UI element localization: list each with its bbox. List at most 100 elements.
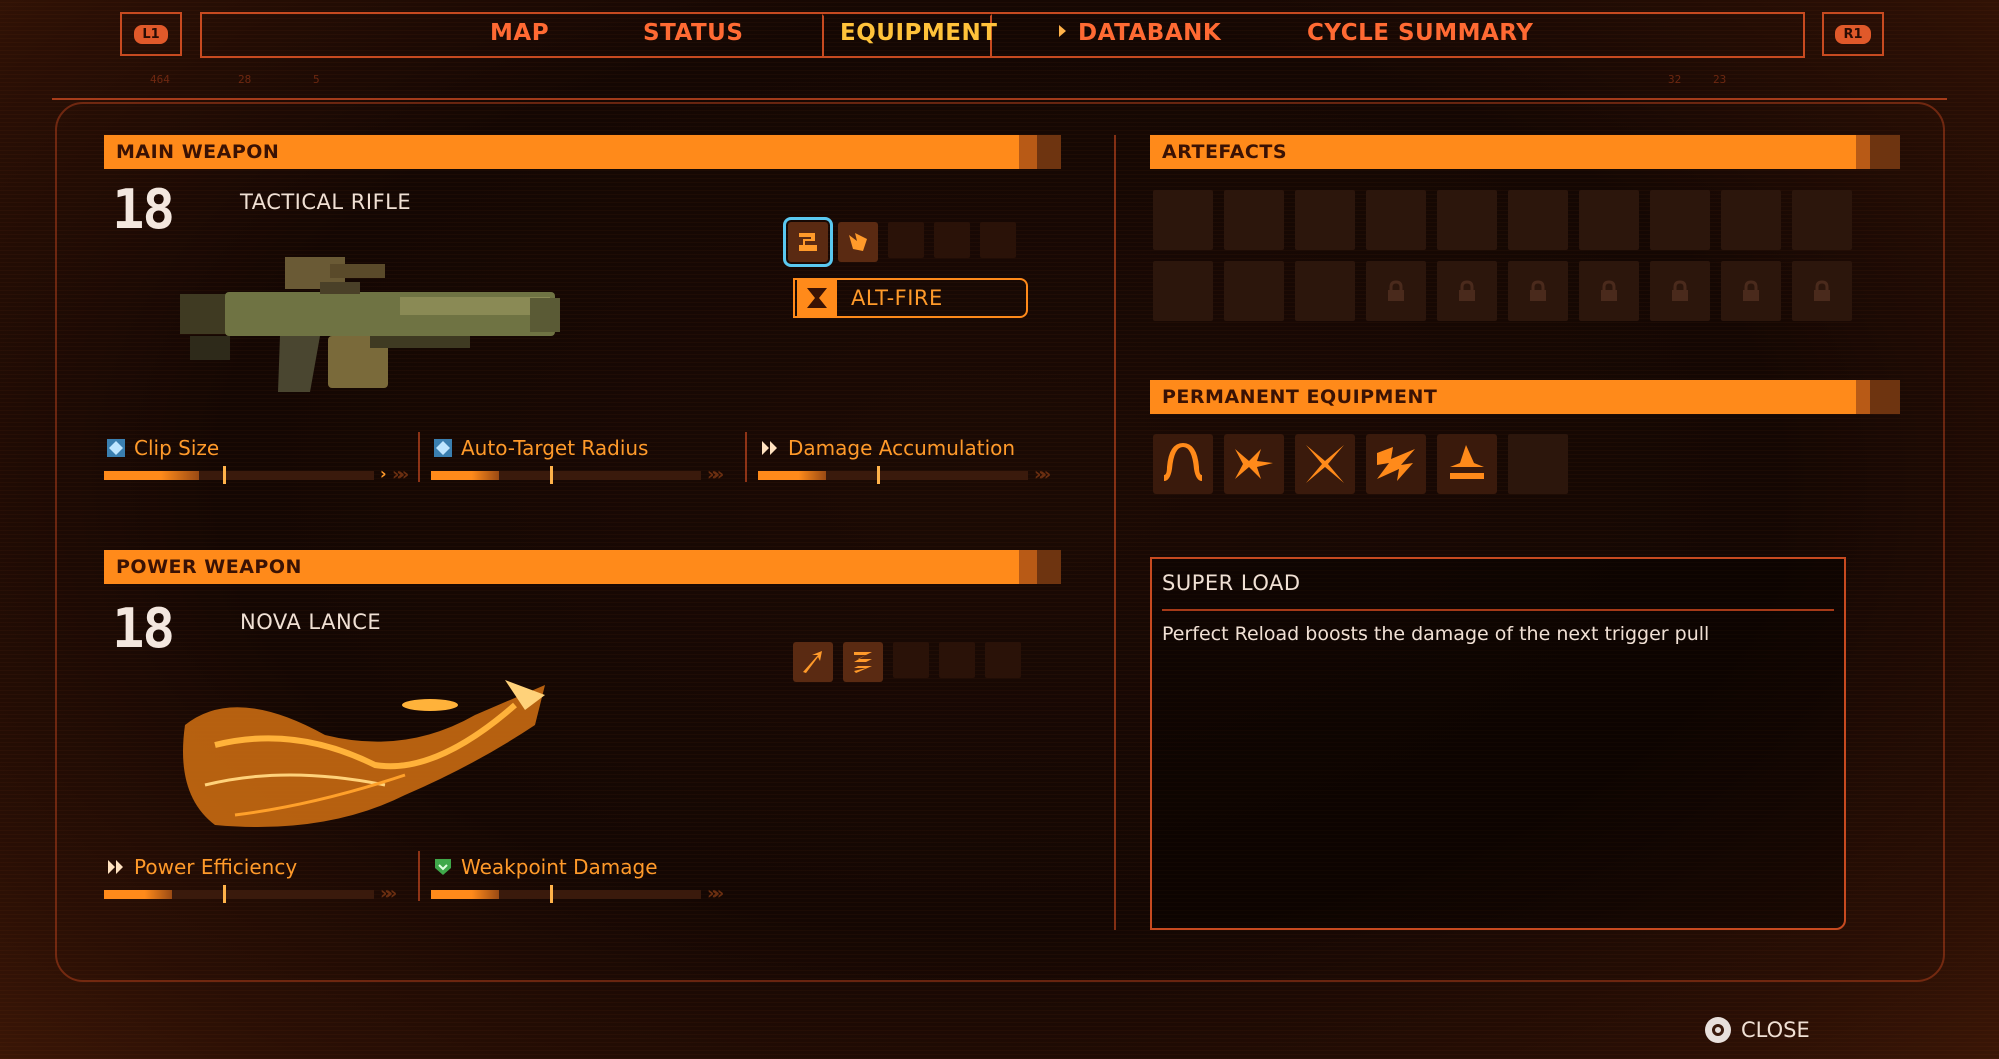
- empty-mod-slot[interactable]: [980, 222, 1016, 258]
- lock-icon: [1530, 280, 1546, 301]
- locked-artefact-slot[interactable]: [1366, 261, 1426, 321]
- empty-mod-slot[interactable]: [893, 642, 929, 678]
- lance-mod-arrow-icon[interactable]: [793, 642, 833, 682]
- stat-divider: [418, 851, 420, 901]
- permanent-equipment-header-tail: [1856, 380, 1870, 414]
- chevrons-icon: »»: [1034, 464, 1051, 485]
- locked-artefact-slot[interactable]: [1579, 261, 1639, 321]
- hud-readout-3: 5: [313, 73, 320, 86]
- description-divider: [1162, 609, 1834, 611]
- lock-icon: [1459, 280, 1475, 301]
- empty-equipment-slot[interactable]: [1508, 434, 1568, 494]
- lock-icon: [1814, 280, 1830, 301]
- tab-cycle-summary[interactable]: CYCLE SUMMARY: [1307, 20, 1533, 46]
- tab-indicator-icon: [1059, 25, 1066, 37]
- grapple-arch-icon[interactable]: [1153, 434, 1213, 494]
- empty-artefact-slot[interactable]: [1295, 190, 1355, 250]
- stat-power-efficiency: Power Efficiency: [106, 855, 297, 879]
- empty-mod-slot[interactable]: [985, 642, 1021, 678]
- rifle-mod-swirl-icon[interactable]: [783, 217, 833, 267]
- main-weapon-name: TACTICAL RIFLE: [240, 190, 412, 214]
- empty-artefact-slot[interactable]: [1721, 190, 1781, 250]
- empty-mod-slot[interactable]: [888, 222, 924, 258]
- scanner-wave-icon[interactable]: [1366, 434, 1426, 494]
- alt-fire-button[interactable]: ALT-FIRE: [793, 278, 1028, 318]
- double-chevron-icon: [106, 857, 126, 877]
- damage-accumulation-label: Damage Accumulation: [788, 436, 1016, 460]
- hud-readout-2: 28: [238, 73, 252, 86]
- empty-artefact-slot[interactable]: [1579, 190, 1639, 250]
- empty-artefact-slot[interactable]: [1792, 190, 1852, 250]
- item-description-panel: SUPER LOAD Perfect Reload boosts the dam…: [1150, 557, 1846, 930]
- double-chevron-icon: [760, 438, 780, 458]
- tab-databank[interactable]: DATABANK: [1078, 20, 1221, 46]
- main-weapon-header: MAIN WEAPON: [104, 135, 1019, 169]
- bar-fill: [104, 890, 172, 899]
- empty-artefact-slot[interactable]: [1224, 190, 1284, 250]
- locked-artefact-slot[interactable]: [1650, 261, 1710, 321]
- tactical-rifle-image: [170, 252, 570, 402]
- header-divider: [52, 98, 1947, 100]
- main-weapon-header-tail: [1019, 135, 1037, 169]
- main-weapon-header-tail: [1037, 135, 1061, 169]
- locked-artefact-slot[interactable]: [1437, 261, 1497, 321]
- tab-equipment[interactable]: EQUIPMENT: [840, 20, 997, 46]
- empty-artefact-slot[interactable]: [1153, 190, 1213, 250]
- power-efficiency-label: Power Efficiency: [134, 855, 298, 879]
- main-weapon-level: 18: [112, 178, 175, 241]
- tab-map[interactable]: MAP: [490, 20, 549, 46]
- locked-artefact-slot[interactable]: [1792, 261, 1852, 321]
- dash-arrows-icon[interactable]: [1224, 434, 1284, 494]
- stat-damage-accumulation: Damage Accumulation: [760, 436, 1015, 460]
- power-weapon-header-tail: [1037, 550, 1061, 584]
- locked-artefact-slot[interactable]: [1508, 261, 1568, 321]
- power-weapon-header: POWER WEAPON: [104, 550, 1019, 584]
- clip-size-label: Clip Size: [134, 436, 220, 460]
- hex-blue-icon: [106, 438, 126, 458]
- item-description: Perfect Reload boosts the damage of the …: [1162, 623, 1710, 645]
- r1-label: R1: [1835, 24, 1871, 44]
- close-label: CLOSE: [1741, 1018, 1810, 1042]
- right-shoulder-button[interactable]: R1: [1822, 12, 1884, 56]
- empty-artefact-slot[interactable]: [1295, 261, 1355, 321]
- bar-fill: [431, 471, 499, 480]
- left-shoulder-button[interactable]: L1: [120, 12, 182, 56]
- chevrons-icon: »»: [707, 464, 724, 485]
- empty-artefact-slot[interactable]: [1437, 190, 1497, 250]
- empty-artefact-slot[interactable]: [1366, 190, 1426, 250]
- stat-clip-size: Clip Size: [106, 436, 219, 460]
- platform-jump-icon[interactable]: [1437, 434, 1497, 494]
- empty-artefact-slot[interactable]: [1650, 190, 1710, 250]
- power-weapon-header-tail: [1019, 550, 1037, 584]
- empty-artefact-slot[interactable]: [1153, 261, 1213, 321]
- auto-target-radius-bar: »»: [431, 464, 731, 485]
- bar-fill: [758, 471, 826, 480]
- lock-icon: [1672, 280, 1688, 301]
- hud-readout-1: 464: [150, 73, 170, 86]
- lance-mod-wave-icon[interactable]: [843, 642, 883, 682]
- nova-lance-image: [175, 665, 555, 845]
- close-button[interactable]: CLOSE: [1705, 1017, 1810, 1043]
- column-divider: [1114, 135, 1116, 930]
- empty-mod-slot[interactable]: [939, 642, 975, 678]
- main-weapon-mod-slots: [783, 217, 1016, 267]
- tab-status[interactable]: STATUS: [643, 20, 743, 46]
- empty-artefact-slot[interactable]: [1508, 190, 1568, 250]
- permanent-equipment-header: PERMANENT EQUIPMENT: [1150, 380, 1856, 414]
- permanent-equipment-header-tail: [1870, 380, 1900, 414]
- empty-artefact-slot[interactable]: [1224, 261, 1284, 321]
- blade-cross-icon[interactable]: [1295, 434, 1355, 494]
- empty-mod-slot[interactable]: [934, 222, 970, 258]
- permanent-equipment-row: [1153, 434, 1568, 494]
- hud-readout-4: 32: [1668, 73, 1682, 86]
- stat-divider: [418, 432, 420, 482]
- lock-icon: [1388, 280, 1404, 301]
- alt-fire-icon: [797, 280, 837, 316]
- chevrons-icon: »»: [380, 883, 397, 904]
- chevrons-icon: »»: [707, 883, 724, 904]
- power-efficiency-bar: »»: [104, 883, 404, 904]
- rifle-mod-burst-icon[interactable]: [838, 222, 878, 262]
- tab-bar: [200, 12, 1805, 58]
- circle-button-icon: [1705, 1017, 1731, 1043]
- locked-artefact-slot[interactable]: [1721, 261, 1781, 321]
